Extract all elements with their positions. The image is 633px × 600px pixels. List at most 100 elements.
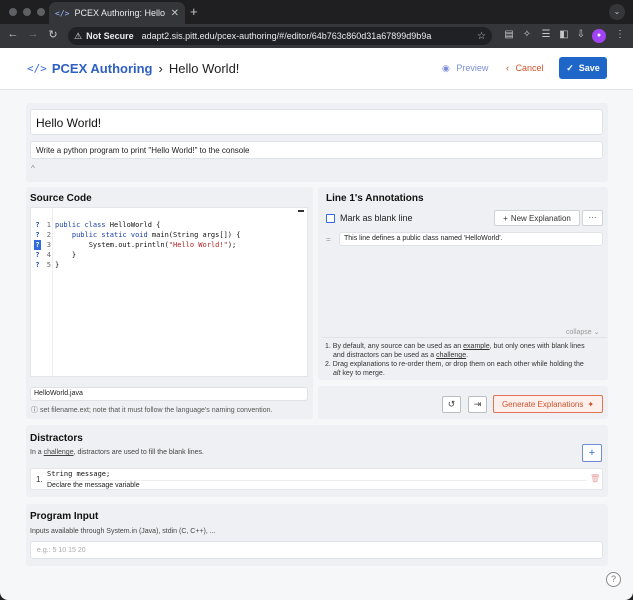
distractors-heading: Distractors xyxy=(30,433,83,444)
program-input-field[interactable]: e.g.: 5 10 15 20 xyxy=(30,541,603,559)
info-icon: ⓘ xyxy=(31,407,38,414)
new-tab-icon[interactable]: + xyxy=(190,4,198,19)
brand-name[interactable]: PCEX Authoring xyxy=(52,61,153,76)
note-2: 2. Drag explanations to re-order them, o… xyxy=(325,360,607,369)
code-editor[interactable]: ? 1 public class HelloWorld { ? 2 public st… xyxy=(30,207,308,377)
generate-label: Generate Explanations xyxy=(501,399,584,409)
preview-button[interactable]: ◉ Preview xyxy=(442,63,488,74)
line-source: } xyxy=(55,261,60,269)
save-button[interactable]: ✓ Save xyxy=(559,57,607,79)
export-button[interactable]: ⇥ xyxy=(468,396,487,413)
collapse-label: collapse xyxy=(566,329,592,336)
tab-title: PCEX Authoring: Hello World! xyxy=(74,8,166,18)
program-input-hint: Inputs available through System.in (Java… xyxy=(30,528,216,535)
reload-icon[interactable]: ↻ xyxy=(46,28,60,41)
code-line[interactable]: ? 3 System.out.println("Hello World!"); xyxy=(31,230,307,250)
note-text: 1. By default, any source can be used as… xyxy=(325,343,464,350)
back-icon[interactable]: ← xyxy=(6,28,20,40)
sparkle-icon: ✦ xyxy=(587,399,595,409)
url-text: adapt2.sis.pitt.edu/pcex-authoring/#/edi… xyxy=(141,31,432,41)
document-icon[interactable]: ▤ xyxy=(503,29,515,40)
browser-tab-bar: </> PCEX Authoring: Hello World! ✕ + ⌄ xyxy=(0,0,633,24)
history-icon: ↺ xyxy=(447,399,456,409)
more-options-button[interactable]: ··· xyxy=(582,210,603,226)
explanation-input[interactable]: This line defines a public class named '… xyxy=(339,232,603,246)
extensions-icon[interactable]: ✧ xyxy=(521,29,533,40)
code-line[interactable]: ? 4 } xyxy=(31,240,307,259)
help-icon[interactable]: ? xyxy=(606,572,621,587)
check-icon: ✓ xyxy=(566,62,574,73)
plus-icon: + xyxy=(503,213,508,223)
new-explanation-button[interactable]: + New Explanation xyxy=(494,210,580,226)
reading-list-icon[interactable]: ☰ xyxy=(540,29,552,40)
trash-icon[interactable]: 🗑 xyxy=(590,474,600,483)
annotation-notes: 1. By default, any source can be used as… xyxy=(325,342,607,378)
eye-icon: ◉ xyxy=(442,63,450,73)
chevron-down-icon: ⌄ xyxy=(593,329,600,336)
note-text: key to merge. xyxy=(340,370,385,377)
cancel-button[interactable]: ‹ Cancel xyxy=(506,63,544,73)
add-distractor-button[interactable]: + xyxy=(582,444,602,462)
distractor-code-input[interactable]: String message; xyxy=(47,470,110,478)
code-icon: </> xyxy=(55,8,70,18)
generate-explanations-button[interactable]: Generate Explanations ✦ xyxy=(493,395,603,413)
forward-icon[interactable]: → xyxy=(26,28,40,40)
side-panel-icon[interactable]: ◧ xyxy=(558,29,570,40)
preview-label: Preview xyxy=(456,63,489,73)
distractor-number: 1. xyxy=(36,475,43,484)
download-icon[interactable]: ⇩ xyxy=(575,29,587,40)
code-logo-icon: </> xyxy=(27,62,47,75)
browser-toolbar: ← → ↻ ⚠ Not Secure adapt2.sis.pitt.edu/p… xyxy=(0,24,633,48)
window-controls xyxy=(9,8,45,16)
activity-title-input[interactable]: Hello World! xyxy=(30,109,603,135)
browser-tab[interactable]: </> PCEX Authoring: Hello World! ✕ xyxy=(49,2,185,24)
code-line[interactable]: ? 2 public static void main(String args[]… xyxy=(31,220,307,239)
challenge-link[interactable]: challenge xyxy=(436,352,466,359)
address-bar[interactable]: ⚠ Not Secure adapt2.sis.pitt.edu/pcex-au… xyxy=(68,27,492,45)
distractor-item[interactable]: 1. String message; Declare the message v… xyxy=(30,468,603,490)
collapse-link[interactable]: collapse ⌄ xyxy=(566,328,600,336)
filename-hint: ⓘ set filename.ext; note that it must fo… xyxy=(31,405,272,415)
blank-line-checkbox[interactable] xyxy=(326,214,335,223)
drag-handle-icon[interactable]: = xyxy=(326,235,331,244)
breadcrumb: </> PCEX Authoring › Hello World! xyxy=(27,61,239,76)
app-header: </> PCEX Authoring › Hello World! ◉ Prev… xyxy=(0,48,633,90)
app-page: </> PCEX Authoring › Hello World! ◉ Prev… xyxy=(0,48,633,600)
save-label: Save xyxy=(578,63,600,73)
export-icon: ⇥ xyxy=(473,399,482,409)
note-1-continued: and distractors can be used as a challen… xyxy=(333,352,469,359)
filename-input[interactable]: HelloWorld.java xyxy=(30,387,308,401)
plus-icon: + xyxy=(588,447,596,459)
example-link[interactable]: example xyxy=(463,343,489,350)
profile-avatar[interactable]: ● xyxy=(592,29,606,43)
activity-description-input[interactable]: Write a python program to print "Hello W… xyxy=(30,141,603,159)
note-1: 1. By default, any source can be used as… xyxy=(325,342,607,351)
hint-text: , distractors are used to fill the blank… xyxy=(73,449,204,456)
maximize-window-button[interactable] xyxy=(37,8,45,16)
annotations-divider xyxy=(322,337,607,338)
blank-toggle-icon[interactable]: ? xyxy=(34,260,41,270)
note-text: , but only ones with blank lines xyxy=(489,343,585,350)
warning-icon: ⚠ xyxy=(74,30,83,41)
hint-text: In a xyxy=(30,449,44,456)
cancel-label: Cancel xyxy=(515,63,544,73)
challenge-link[interactable]: challenge xyxy=(44,449,74,456)
chevron-left-icon: ‹ xyxy=(506,63,509,73)
bookmark-star-icon[interactable]: ☆ xyxy=(477,31,486,42)
close-window-button[interactable] xyxy=(9,8,17,16)
collapse-caret-icon[interactable]: ^ xyxy=(31,164,35,173)
note-text: and distractors can be used as a xyxy=(333,352,437,359)
new-explanation-label: New Explanation xyxy=(510,213,571,223)
program-input-heading: Program Input xyxy=(30,511,99,522)
tab-search-icon[interactable]: ⌄ xyxy=(609,4,625,20)
distractors-hint: In a challenge, distractors are used to … xyxy=(30,449,204,456)
chevron-right-icon: › xyxy=(158,61,163,76)
history-button[interactable]: ↺ xyxy=(442,396,461,413)
source-code-heading: Source Code xyxy=(30,193,92,204)
minimize-window-button[interactable] xyxy=(23,8,31,16)
close-tab-icon[interactable]: ✕ xyxy=(171,8,179,19)
distractor-explanation-input[interactable]: Declare the message variable xyxy=(47,480,587,489)
menu-kebab-icon[interactable]: ⋮ xyxy=(614,29,626,40)
code-line[interactable]: ? 5} xyxy=(31,250,307,269)
code-line[interactable]: ? 1 public class HelloWorld { xyxy=(31,210,307,229)
